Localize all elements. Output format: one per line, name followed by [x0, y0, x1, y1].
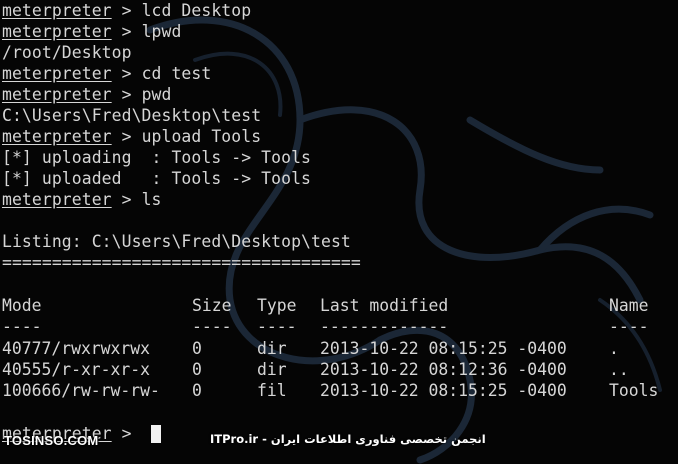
- output-line: [*] uploading : Tools -> Tools: [2, 148, 312, 167]
- cell-size: 0: [192, 381, 202, 400]
- separator-type: ----: [257, 317, 297, 336]
- prompt-text: meterpreter: [2, 64, 112, 83]
- separator-name: ----: [609, 317, 649, 336]
- terminal-line: meterpreter > lcd Desktop: [2, 1, 252, 20]
- cell-name: Tools: [609, 381, 659, 400]
- listing-title: Listing: C:\Users\Fred\Desktop\test: [2, 232, 351, 251]
- command-text: cd test: [141, 64, 212, 83]
- prompt-text: meterpreter: [2, 1, 112, 20]
- separator-last-modified: -------------: [320, 317, 449, 336]
- output-line: C:\Users\Fred\Desktop\test: [2, 106, 262, 125]
- cell-name: .: [609, 339, 619, 358]
- terminal-line: meterpreter > upload Tools: [2, 127, 262, 146]
- output-line: /root/Desktop: [2, 43, 132, 62]
- prompt-text: meterpreter: [2, 22, 112, 41]
- terminal-line: meterpreter > cd test: [2, 64, 212, 83]
- listing-rule: ====================================: [2, 253, 361, 272]
- terminal-line: meterpreter > pwd: [2, 85, 172, 104]
- cell-last-modified: 2013-10-22 08:15:25 -0400: [320, 381, 567, 400]
- output-line: [*] uploaded : Tools -> Tools: [2, 169, 312, 188]
- cell-last-modified: 2013-10-22 08:15:25 -0400: [320, 339, 567, 358]
- prompt-text: meterpreter: [2, 127, 112, 146]
- cell-mode: 40555/r-xr-xr-x: [2, 360, 151, 379]
- header-last-modified: Last modified: [320, 296, 449, 315]
- command-text: pwd: [141, 85, 172, 104]
- cell-mode: 40777/rwxrwxrwx: [2, 339, 151, 358]
- terminal-line: meterpreter > ls: [2, 190, 162, 209]
- watermark-left: TOSINSO.COM: [4, 433, 99, 448]
- command-text: ls: [141, 190, 162, 209]
- cell-type: fil: [257, 381, 287, 400]
- cell-type: dir: [257, 360, 287, 379]
- cell-last-modified: 2013-10-22 08:12:36 -0400: [320, 360, 567, 379]
- header-type: Type: [257, 296, 297, 315]
- cell-type: dir: [257, 339, 287, 358]
- command-text: upload Tools: [141, 127, 262, 146]
- terminal-line: meterpreter > lpwd: [2, 22, 182, 41]
- prompt-text: meterpreter: [2, 190, 112, 209]
- watermark-right: ITPro.ir - انجمن تخصصی فناوری اطلاعات ای…: [210, 432, 486, 446]
- cell-size: 0: [192, 339, 202, 358]
- header-mode: Mode: [2, 296, 42, 315]
- header-size: Size: [192, 296, 232, 315]
- header-name: Name: [609, 296, 649, 315]
- cell-name: ..: [609, 360, 629, 379]
- cell-size: 0: [192, 360, 202, 379]
- separator-size: ----: [192, 317, 232, 336]
- separator-mode: ----: [2, 317, 42, 336]
- command-text: lpwd: [141, 22, 182, 41]
- terminal-window[interactable]: meterpreter > lcd Desktop meterpreter > …: [0, 0, 678, 464]
- text-cursor: [151, 425, 161, 443]
- command-text: lcd Desktop: [141, 1, 252, 20]
- prompt-text: meterpreter: [2, 85, 112, 104]
- cell-mode: 100666/rw-rw-rw-: [2, 381, 160, 400]
